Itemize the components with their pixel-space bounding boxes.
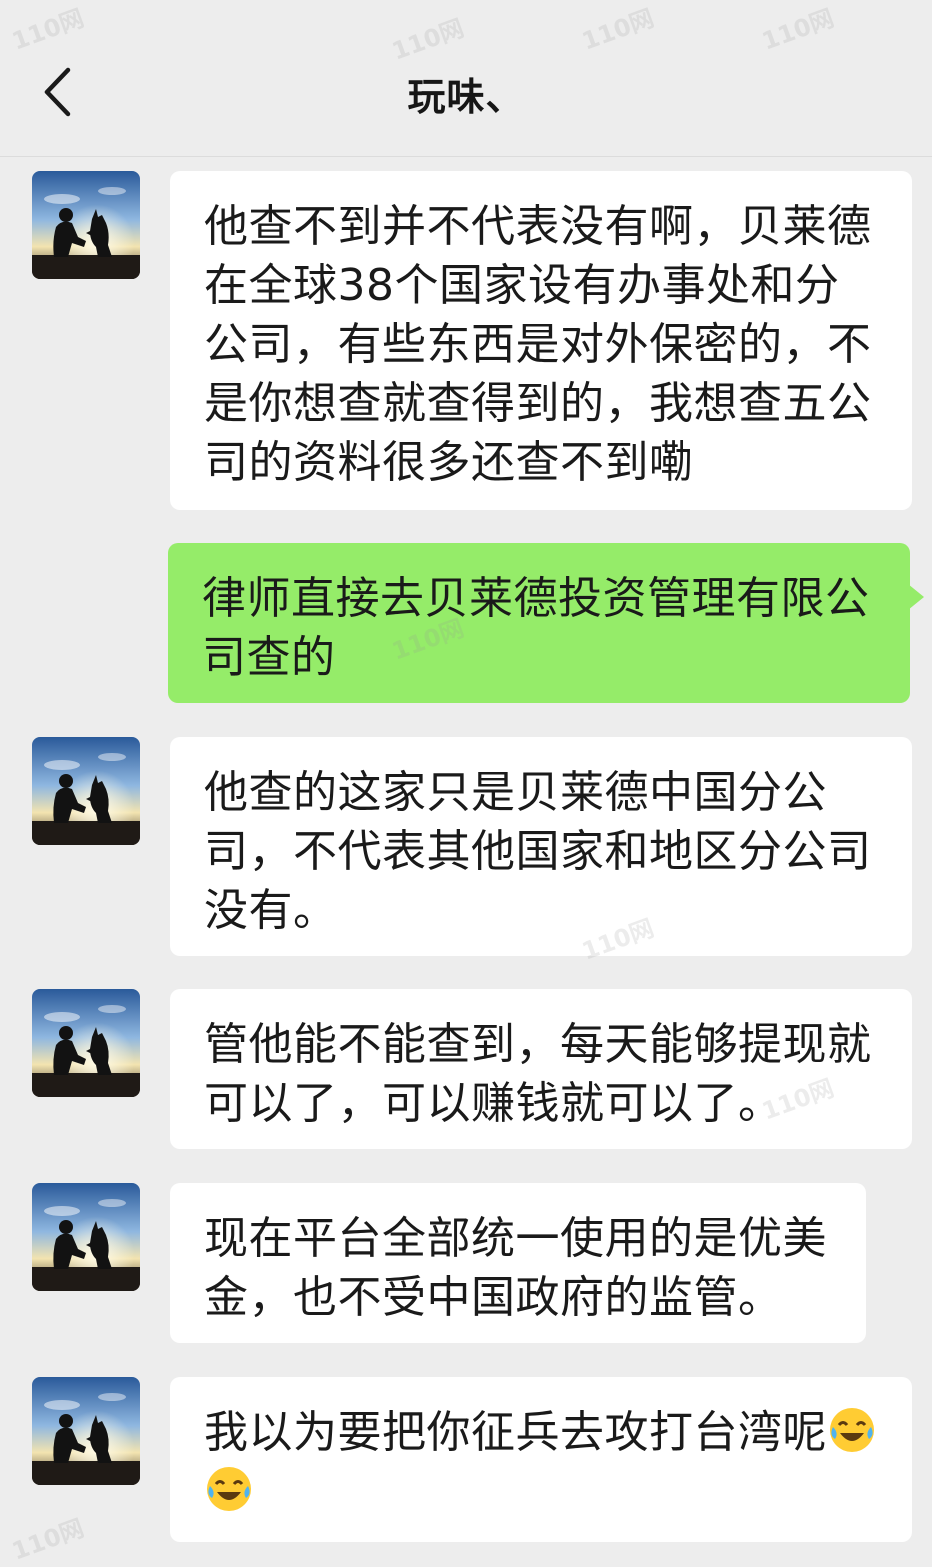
silhouette-avatar-icon (32, 1183, 140, 1291)
message-text: 律师直接去贝莱德投资管理有限公司查的 (202, 573, 870, 683)
chat-title: 玩味、 (407, 75, 525, 119)
message-bubble[interactable]: 他查不到并不代表没有啊，贝莱德在全球38个国家设有办事处和分公司，有些东西是对外… (170, 171, 912, 510)
chat-header: 玩味、 (0, 0, 932, 157)
silhouette-avatar-icon (32, 1377, 140, 1485)
contact-avatar[interactable] (32, 1183, 140, 1291)
silhouette-avatar-icon (32, 171, 140, 279)
self-message-bubble[interactable]: 律师直接去贝莱德投资管理有限公司查的 (168, 543, 910, 703)
contact-avatar[interactable] (32, 171, 140, 279)
message-bubble[interactable]: 管他能不能查到，每天能够提现就可以了，可以赚钱就可以了。 (170, 989, 912, 1149)
message-text: 管他能不能查到，每天能够提现就可以了，可以赚钱就可以了。 (204, 1019, 872, 1129)
watermark: 110网 (8, 1514, 88, 1566)
silhouette-avatar-icon (32, 737, 140, 845)
contact-avatar[interactable] (32, 989, 140, 1097)
message-text: 现在平台全部统一使用的是优美金，也不受中国政府的监管。 (204, 1213, 827, 1323)
message-text: 他查的这家只是贝莱德中国分公司，不代表其他国家和地区分公司没有。 (204, 767, 872, 936)
message-bubble[interactable]: 现在平台全部统一使用的是优美金，也不受中国政府的监管。 (170, 1183, 866, 1343)
message-text: 我以为要把你征兵去攻打台湾呢 (204, 1407, 827, 1458)
laughing-crying-emoji-icon (830, 1408, 874, 1452)
laughing-crying-emoji-icon (207, 1467, 251, 1511)
silhouette-avatar-icon (32, 989, 140, 1097)
message-bubble[interactable]: 他查的这家只是贝莱德中国分公司，不代表其他国家和地区分公司没有。 (170, 737, 912, 956)
message-text: 他查不到并不代表没有啊，贝莱德在全球38个国家设有办事处和分公司，有些东西是对外… (204, 201, 872, 488)
contact-avatar[interactable] (32, 1377, 140, 1485)
contact-avatar[interactable] (32, 737, 140, 845)
bubble-tail (908, 584, 924, 610)
message-bubble[interactable]: 我以为要把你征兵去攻打台湾呢 (170, 1377, 912, 1542)
